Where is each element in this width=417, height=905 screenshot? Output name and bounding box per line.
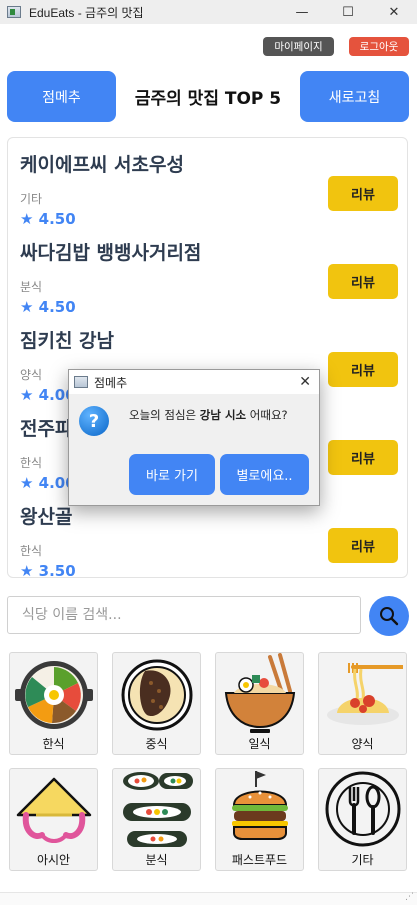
utensils-icon	[325, 771, 401, 847]
category-label: 양식	[351, 737, 374, 751]
category-label: 패스트푸드	[231, 853, 288, 867]
review-button[interactable]: 리뷰	[328, 352, 398, 387]
category-label: 분식	[145, 853, 168, 867]
ramen-icon	[224, 653, 296, 733]
app-icon	[7, 6, 21, 18]
dialog-close-button[interactable]: ✕	[299, 374, 311, 390]
dialog-message-highlight: 강남 시소	[199, 408, 247, 422]
chinese-dish-icon	[121, 659, 193, 731]
page-title: 금주의 맛집 TOP 5	[134, 89, 282, 109]
mypage-button[interactable]: 마이페이지	[263, 37, 334, 56]
restaurant-category: 한식	[20, 456, 43, 470]
restaurant-name: 케이에프씨 서초우성	[20, 154, 184, 176]
not-really-button[interactable]: 별로에요..	[220, 454, 309, 495]
review-button[interactable]: 리뷰	[328, 440, 398, 475]
restaurant-item: 싸다김밥 뱅뱅사거리점 분식 ★ 4.50 리뷰	[20, 238, 400, 318]
conical-hat-icon	[16, 777, 92, 843]
category-tile-etc[interactable]: 기타	[318, 768, 407, 871]
review-button[interactable]: 리뷰	[328, 528, 398, 563]
dialog-title: 점메추	[94, 375, 128, 390]
lunch-recommend-dialog: 점메추 ✕ ? 오늘의 점심은 강남 시소 어때요? 바로 가기 별로에요..	[68, 369, 320, 506]
review-button[interactable]: 리뷰	[328, 264, 398, 299]
search-button[interactable]	[369, 596, 409, 636]
refresh-button[interactable]: 새로고침	[300, 71, 409, 122]
restaurant-category: 분식	[20, 280, 43, 294]
dialog-message: 오늘의 점심은 강남 시소 어때요?	[129, 407, 288, 423]
logout-button[interactable]: 로그아웃	[349, 37, 409, 56]
restaurant-name: 싸다김밥 뱅뱅사거리점	[20, 242, 202, 264]
restaurant-category: 기타	[20, 192, 43, 206]
restaurant-name: 전주파	[20, 418, 73, 440]
category-tile-snack[interactable]: 분식	[112, 768, 201, 871]
window-title: EduEats - 금주의 맛집	[29, 5, 144, 20]
category-label: 한식	[42, 737, 65, 751]
restaurant-item: 왕산골 한식 ★ 3.50 리뷰	[20, 502, 400, 582]
pasta-icon	[327, 663, 403, 725]
restaurant-rating: ★ 3.50	[20, 562, 76, 580]
category-label: 기타	[351, 853, 374, 867]
search-icon	[380, 607, 399, 626]
category-tile-korean[interactable]: 한식	[9, 652, 98, 755]
window-titlebar: EduEats - 금주의 맛집 — ☐ ✕	[0, 0, 417, 24]
category-tile-japanese[interactable]: 일식	[215, 652, 304, 755]
dialog-message-suffix: 어때요?	[246, 408, 288, 422]
lunch-recommend-button[interactable]: 점메추	[7, 71, 116, 122]
dialog-titlebar: 점메추 ✕	[69, 370, 319, 394]
maximize-button[interactable]: ☐	[325, 0, 371, 24]
category-tile-fastfood[interactable]: 패스트푸드	[215, 768, 304, 871]
restaurant-name: 왕산골	[20, 506, 73, 528]
category-label: 아시안	[36, 853, 71, 867]
status-strip: ⋰	[0, 892, 417, 905]
category-label: 일식	[248, 737, 271, 751]
restaurant-name: 짐키친 강남	[20, 330, 115, 352]
restaurant-category: 한식	[20, 544, 43, 558]
dialog-message-prefix: 오늘의 점심은	[129, 408, 200, 422]
close-button[interactable]: ✕	[371, 0, 417, 24]
category-tile-chinese[interactable]: 중식	[112, 652, 201, 755]
restaurant-rating: ★ 4.50	[20, 298, 76, 316]
review-button[interactable]: 리뷰	[328, 176, 398, 211]
category-label: 중식	[145, 737, 168, 751]
burger-icon	[232, 771, 288, 840]
category-tile-western[interactable]: 양식	[318, 652, 407, 755]
restaurant-rating: ★ 4.50	[20, 210, 76, 228]
question-icon: ?	[79, 406, 109, 436]
category-tile-asian[interactable]: 아시안	[9, 768, 98, 871]
go-now-button[interactable]: 바로 가기	[129, 454, 215, 495]
dialog-app-icon	[74, 376, 88, 388]
bibimbap-icon	[15, 661, 93, 729]
restaurant-category: 양식	[20, 368, 43, 382]
gimbap-icon	[123, 772, 193, 847]
search-input[interactable]	[7, 596, 361, 634]
resize-grip-icon[interactable]: ⋰	[405, 892, 414, 902]
restaurant-item: 케이에프씨 서초우성 기타 ★ 4.50 리뷰	[20, 150, 400, 230]
restaurant-list: 케이에프씨 서초우성 기타 ★ 4.50 리뷰 싸다김밥 뱅뱅사거리점 분식 ★…	[7, 137, 408, 580]
minimize-button[interactable]: —	[279, 0, 325, 24]
